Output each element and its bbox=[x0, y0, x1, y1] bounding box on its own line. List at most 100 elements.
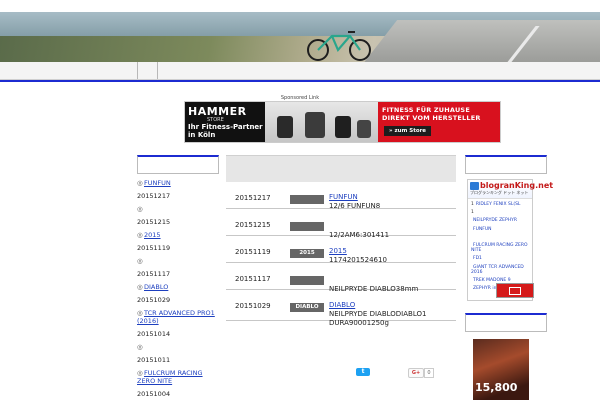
left-sidebar-header bbox=[137, 155, 219, 174]
ranking-number: 1 bbox=[471, 210, 474, 216]
nav-bar bbox=[0, 62, 600, 80]
bullet-icon: ◎ bbox=[137, 179, 143, 187]
entry-date: 20151217 bbox=[235, 194, 271, 202]
bullet-icon: ◎ bbox=[137, 309, 143, 317]
ad-offer-panel: FITNESS FÜR ZUHAUSE DIREKT VOM HERSTELLE… bbox=[378, 102, 500, 142]
ranking-item[interactable]: NEILPRYDE ZEPHYR bbox=[471, 218, 533, 223]
left-sidebar-link[interactable]: DIABLO bbox=[144, 283, 168, 291]
rank-logo-text: blogranKing.net bbox=[480, 181, 554, 190]
entry-category-tag[interactable] bbox=[290, 195, 324, 204]
left-sidebar-item: 20151217 bbox=[137, 192, 219, 200]
ranking-item[interactable] bbox=[471, 235, 533, 240]
ranking-title[interactable]: RIDLEY FENIX SL(SL bbox=[476, 202, 521, 207]
left-sidebar-item[interactable]: ◎FUNFUN bbox=[137, 179, 219, 187]
ranking-title[interactable]: NEILPRYDE ZEPHYR bbox=[473, 218, 517, 223]
share-row: t G+ 0 bbox=[226, 366, 456, 378]
blog-ranking-widget[interactable]: blogranKing.net ブログランキング ドット ネット 1 RIDLEY… bbox=[467, 179, 553, 301]
entry-title-link[interactable]: DIABLO bbox=[329, 301, 355, 309]
bullet-icon: ◎ bbox=[137, 231, 143, 239]
left-sidebar-list: ◎FUNFUN 20151217 ◎ 20151215 ◎2015 20151119 ◎ 20… bbox=[137, 179, 219, 398]
left-sidebar-date: 20151217 bbox=[137, 192, 171, 200]
ad-cta-button[interactable]: » zum Store bbox=[384, 126, 432, 136]
left-sidebar-item: 20151029 bbox=[137, 296, 219, 304]
right-sidebar-header bbox=[465, 155, 547, 174]
ranking-item[interactable]: FULCRUM RACING ZERO NITE bbox=[471, 243, 533, 253]
ranking-icon bbox=[470, 182, 479, 190]
left-sidebar-item: 20151117 bbox=[137, 270, 219, 278]
ad-tagline: Ihr Fitness-Partner in Köln bbox=[188, 123, 263, 139]
ranking-title[interactable]: FULCRUM RACING ZERO NITE bbox=[471, 243, 528, 253]
entry-date: 20151215 bbox=[235, 221, 271, 229]
right-sidebar: blogranKing.net ブログランキング ドット ネット 1 RIDLEY… bbox=[465, 155, 553, 301]
ranking-item[interactable]: GIANT TCR ADVANCED 2016 bbox=[471, 265, 533, 275]
ranking-item[interactable]: 1 RIDLEY FENIX SL(SL bbox=[471, 202, 533, 207]
ad-brand-panel: HAMMER STORE Ihr Fitness-Partner in Köln bbox=[185, 102, 265, 142]
left-sidebar-link[interactable]: 2015 bbox=[144, 231, 161, 239]
entry-title-link[interactable]: 2015 bbox=[329, 247, 347, 255]
entry-date: 20151117 bbox=[235, 275, 271, 283]
left-sidebar-item: ◎ bbox=[137, 257, 219, 265]
left-sidebar-item: ◎ bbox=[137, 343, 219, 351]
nav-separator bbox=[157, 62, 158, 79]
entry-date: 20151119 bbox=[235, 248, 271, 256]
nav-separator bbox=[137, 62, 138, 79]
left-sidebar-item[interactable]: ◎TCR ADVANCED PRO1 (2016) bbox=[137, 309, 219, 325]
tweet-button[interactable]: t bbox=[356, 368, 370, 376]
rank-logo-subtext: ブログランキング ドット ネット bbox=[470, 190, 529, 195]
ranking-title[interactable]: ZEPHYR in bbox=[473, 286, 496, 291]
entry-row: 20151117 NEILPRYDE DIABLO38mm bbox=[226, 263, 456, 293]
left-sidebar-item: 20151215 bbox=[137, 218, 219, 226]
ad-photo bbox=[265, 102, 378, 142]
ranking-item[interactable]: FUNFUN bbox=[471, 227, 533, 232]
header-image bbox=[0, 12, 600, 62]
left-sidebar-item: 20151011 bbox=[137, 356, 219, 364]
left-sidebar-item[interactable]: ◎2015 bbox=[137, 231, 219, 239]
entry-category-tag[interactable] bbox=[290, 276, 324, 285]
left-sidebar-date: 20151119 bbox=[137, 244, 171, 252]
left-sidebar-item[interactable]: ◎DIABLO bbox=[137, 283, 219, 291]
gplus-count: 0 bbox=[424, 368, 434, 378]
ranking-button[interactable] bbox=[496, 283, 534, 298]
entry-row: 20151217 FUNFUN 12/6 FUNFUN8 bbox=[226, 182, 456, 210]
ranking-title[interactable]: GIANT TCR ADVANCED 2016 bbox=[471, 265, 524, 275]
left-sidebar-date: 20151014 bbox=[137, 330, 171, 338]
left-sidebar-item: 20151014 bbox=[137, 330, 219, 338]
left-sidebar-link[interactable]: TCR ADVANCED PRO1 (2016) bbox=[137, 309, 215, 325]
ad-banner[interactable]: HAMMER STORE Ihr Fitness-Partner in Köln… bbox=[184, 101, 501, 143]
main-header-bar bbox=[226, 155, 456, 182]
bullet-icon: ◎ bbox=[137, 205, 143, 213]
bullet-icon: ◎ bbox=[137, 283, 143, 291]
bullet-icon: ◎ bbox=[137, 343, 143, 351]
ranking-item[interactable]: FD1 bbox=[471, 256, 533, 261]
entry-list: 20151217 FUNFUN 12/6 FUNFUN8 20151215 12/2AM… bbox=[226, 182, 456, 327]
left-sidebar-item[interactable]: ◎FULCRUM RACING ZERO NITE bbox=[137, 369, 219, 385]
left-sidebar-date: 20151117 bbox=[137, 270, 171, 278]
entry-row: 20151119 2015 2015 1174201524610 bbox=[226, 236, 456, 264]
left-sidebar-item: ◎ bbox=[137, 205, 219, 213]
main-column: 20151217 FUNFUN 12/6 FUNFUN8 20151215 12/2AM… bbox=[226, 155, 456, 327]
header-road bbox=[362, 20, 600, 62]
right-sidebar-header-2 bbox=[465, 313, 547, 332]
entry-title-link[interactable]: FUNFUN bbox=[329, 193, 358, 201]
left-sidebar-link[interactable]: FULCRUM RACING ZERO NITE bbox=[137, 369, 203, 385]
promo-image[interactable]: 15,800 bbox=[473, 339, 529, 400]
left-sidebar-item: 20151119 bbox=[137, 244, 219, 252]
blog-ranking-logo[interactable]: blogranKing.net ブログランキング ドット ネット bbox=[468, 180, 553, 199]
left-sidebar: ◎FUNFUN 20151217 ◎ 20151215 ◎2015 20151119 ◎ 20… bbox=[137, 155, 219, 403]
gplus-button[interactable]: G+ bbox=[408, 368, 424, 378]
bullet-icon: ◎ bbox=[137, 369, 143, 377]
bicycle-image bbox=[307, 31, 371, 61]
entry-category-tag[interactable] bbox=[290, 222, 324, 231]
left-sidebar-date: 20151011 bbox=[137, 356, 171, 364]
promo-price: 15,800 bbox=[475, 381, 518, 394]
entry-row: 20151029 DIABLO DIABLO NEILPRYDE DIABLODIAB… bbox=[226, 290, 456, 327]
crown-icon bbox=[509, 287, 521, 295]
ranking-title[interactable]: FUNFUN bbox=[473, 227, 492, 232]
left-sidebar-link[interactable]: FUNFUN bbox=[144, 179, 171, 187]
entry-category-tag[interactable]: DIABLO bbox=[290, 303, 324, 312]
ranking-title[interactable]: FD1 bbox=[473, 256, 482, 261]
entry-category-tag[interactable]: 2015 bbox=[290, 249, 324, 258]
left-sidebar-date: 20151029 bbox=[137, 296, 171, 304]
ranking-item[interactable]: 1 bbox=[471, 210, 533, 215]
ranking-list: 1 RIDLEY FENIX SL(SL 1 NEILPRYDE ZEPHYR FUNF… bbox=[471, 202, 533, 294]
